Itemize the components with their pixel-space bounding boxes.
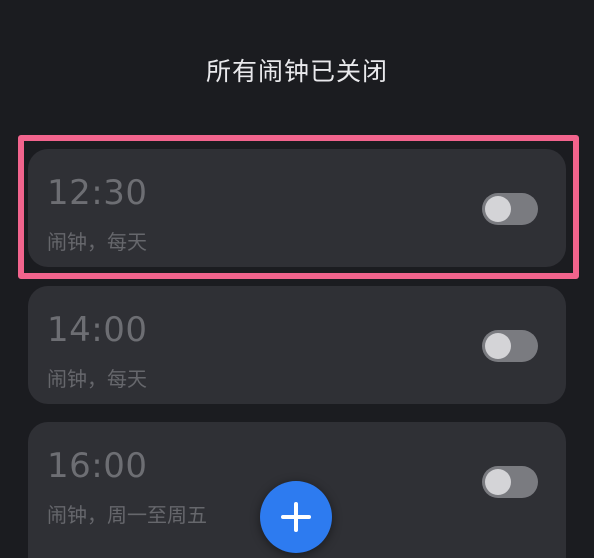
alarm-toggle[interactable] — [482, 466, 538, 498]
alarm-repeat-label: 闹钟，周一至周五 — [47, 503, 207, 527]
alarm-item-1400[interactable]: 14:00 闹钟，每天 — [28, 286, 566, 404]
alarm-repeat-label: 闹钟，每天 — [47, 367, 147, 391]
alarm-screen: 所有闹钟已关闭 12:30 闹钟，每天 14:00 闹钟，每天 16:00 闹钟… — [0, 0, 594, 558]
toggle-knob — [485, 196, 511, 222]
plus-icon — [294, 502, 298, 532]
alarm-time: 14:00 — [47, 310, 148, 350]
alarm-repeat-label: 闹钟，每天 — [47, 230, 147, 254]
alarm-time: 16:00 — [47, 446, 148, 486]
alarm-time: 12:30 — [47, 173, 148, 213]
page-title: 所有闹钟已关闭 — [205, 57, 388, 86]
add-alarm-button[interactable] — [260, 481, 332, 553]
toggle-knob — [485, 469, 511, 495]
alarm-toggle[interactable] — [482, 193, 538, 225]
alarm-toggle[interactable] — [482, 330, 538, 362]
toggle-knob — [485, 333, 511, 359]
alarm-item-1230[interactable]: 12:30 闹钟，每天 — [28, 149, 566, 267]
